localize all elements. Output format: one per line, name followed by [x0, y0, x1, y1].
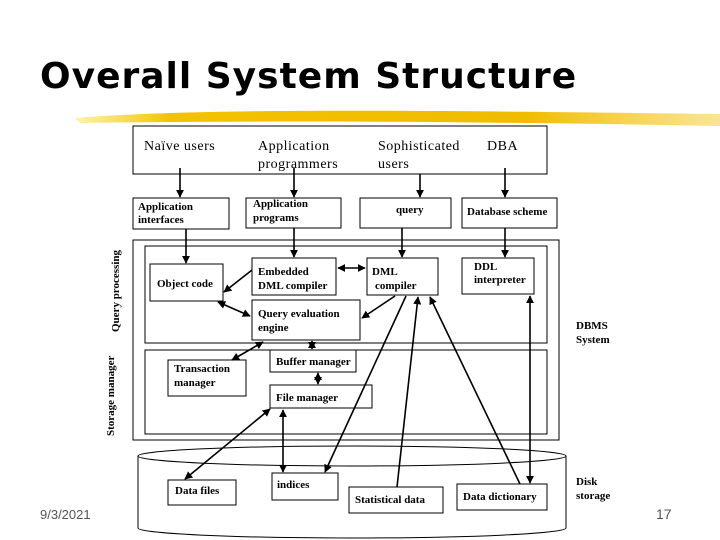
- app-interfaces-label-2: interfaces: [138, 214, 185, 226]
- embedded-dml-label-2: DML compiler: [258, 280, 327, 292]
- indices-label: indices: [277, 479, 310, 491]
- slide-page-number: 17: [656, 506, 672, 522]
- query-evaluation-label-2: engine: [258, 322, 289, 334]
- slide-date: 9/3/2021: [40, 507, 91, 522]
- dml-compiler-label: DML: [372, 266, 398, 278]
- ddl-interpreter-label-2: interpreter: [474, 274, 526, 286]
- dml-compiler-label-2: compiler: [375, 280, 417, 292]
- app-programmers-label-2: programmers: [258, 157, 338, 172]
- query-processing-label: Query processing: [110, 250, 122, 332]
- file-manager-label: File manager: [276, 392, 338, 404]
- dba-label: DBA: [487, 139, 518, 154]
- title-underline-brush: [75, 110, 720, 126]
- data-files-label: Data files: [175, 485, 220, 497]
- transaction-manager-label: Transaction: [174, 363, 230, 375]
- app-programs-label: Application: [253, 198, 308, 210]
- app-programmers-label: Application: [258, 139, 330, 154]
- query-evaluation-box: [251, 299, 361, 341]
- query-evaluation-label: Query evaluation: [258, 308, 340, 320]
- object-code-label: Object code: [157, 278, 213, 290]
- data-dictionary-label: Data dictionary: [463, 491, 537, 503]
- transaction-manager-label-2: manager: [174, 377, 216, 389]
- database-scheme-label: Database scheme: [467, 206, 547, 218]
- sophisticated-users-label: Sophisticated: [378, 139, 460, 154]
- statistical-data-label: Statistical data: [355, 494, 425, 506]
- storage-manager-label: Storage manager: [105, 356, 117, 436]
- dbms-system-label-2: System: [576, 334, 610, 346]
- app-interfaces-label: Application: [138, 201, 193, 213]
- disk-storage-label-2: storage: [576, 490, 610, 502]
- buffer-manager-label: Buffer manager: [276, 356, 351, 368]
- sophisticated-users-label-2: users: [378, 157, 409, 172]
- disk-storage-label: Disk: [576, 476, 598, 488]
- query-label: query: [396, 204, 424, 216]
- dbms-system-label: DBMS: [576, 320, 608, 332]
- embedded-dml-label: Embedded: [258, 266, 309, 278]
- ddl-interpreter-label: DDL: [474, 261, 497, 273]
- system-structure-diagram: Naïve users Application programmers Soph…: [75, 110, 720, 539]
- disk-cylinder-top: [137, 445, 567, 467]
- app-programs-label-2: programs: [253, 212, 299, 224]
- naive-users-label: Naïve users: [144, 139, 215, 154]
